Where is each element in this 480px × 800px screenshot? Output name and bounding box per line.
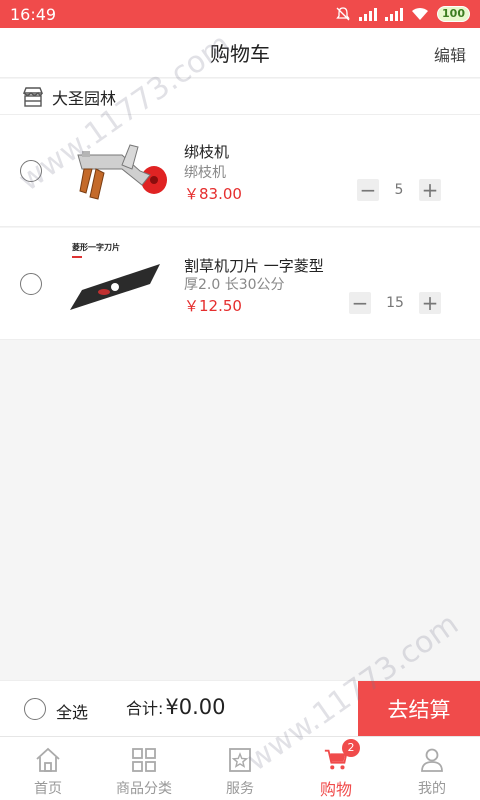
quantity-value[interactable]: 15 (371, 295, 419, 311)
item-name: 割草机刀片 一字菱型 (184, 257, 324, 275)
decrease-button[interactable]: − (349, 292, 371, 314)
increase-button[interactable]: + (419, 292, 441, 314)
total-summary: 合计:¥0.00 (126, 695, 226, 719)
total-label: 合计: (126, 699, 164, 718)
blade-icon (70, 256, 160, 310)
tab-service[interactable]: 服务 (192, 737, 288, 800)
cart-item: 菱形一字刀片 割草机刀片 一字菱型 厚2.0 长30公分 ￥12.50 − 15… (0, 228, 480, 340)
home-icon (36, 747, 60, 772)
tab-label: 首页 (34, 781, 62, 797)
page-title: 购物车 (210, 42, 270, 66)
tab-mine[interactable]: 我的 (384, 737, 480, 800)
signal-icon (359, 7, 378, 21)
shop-header[interactable]: 大圣园林 (0, 79, 480, 115)
tab-label: 购物 (319, 780, 352, 799)
edit-button[interactable]: 编辑 (434, 42, 466, 66)
status-icons: 100 (335, 6, 470, 22)
cart-item: 绑枝机 绑枝机 ￥83.00 − 5 + (0, 115, 480, 227)
checkout-button[interactable]: 去结算 (358, 681, 480, 737)
blade-image: 菱形一字刀片 (62, 238, 172, 330)
item-select-radio[interactable] (20, 273, 42, 295)
star-badge-icon (229, 748, 251, 772)
shop-name: 大圣园林 (52, 88, 117, 108)
wifi-icon (412, 7, 429, 20)
tab-label: 我的 (418, 781, 446, 797)
bottom-tab-bar: 首页 商品分类 服务 2 购物 我的 (0, 736, 480, 800)
item-price: ￥12.50 (184, 297, 242, 315)
total-value: ¥0.00 (165, 695, 226, 719)
checkout-bar: 全选 合计:¥0.00 去结算 (0, 680, 480, 737)
grid-icon (132, 748, 156, 772)
quantity-stepper: − 5 + (357, 179, 441, 201)
item-select-radio[interactable] (20, 160, 42, 182)
status-time: 16:49 (10, 4, 57, 24)
status-bar: 16:49 100 (0, 0, 480, 28)
nav-bar: 购物车 编辑 (0, 28, 480, 78)
user-icon (421, 748, 443, 772)
tab-home[interactable]: 首页 (0, 737, 96, 800)
cart-badge: 2 (342, 739, 360, 757)
tab-cart[interactable]: 2 购物 (288, 737, 384, 800)
store-icon (22, 86, 44, 107)
quantity-value[interactable]: 5 (379, 182, 419, 198)
quantity-stepper: − 15 + (349, 292, 441, 314)
decrease-button[interactable]: − (357, 179, 379, 201)
tab-label: 服务 (226, 781, 254, 797)
tab-label: 商品分类 (116, 781, 172, 797)
item-name: 绑枝机 (184, 143, 230, 161)
battery-icon: 100 (437, 6, 470, 22)
item-spec: 绑枝机 (184, 165, 226, 181)
mute-bell-icon (336, 7, 350, 21)
increase-button[interactable]: + (419, 179, 441, 201)
select-all-label[interactable]: 全选 (56, 699, 88, 723)
tab-categories[interactable]: 商品分类 (96, 737, 192, 800)
item-spec: 厚2.0 长30公分 (184, 277, 285, 293)
select-all-radio[interactable] (24, 698, 46, 720)
tying-machine-image (77, 144, 167, 200)
item-price: ￥83.00 (184, 185, 242, 203)
signal-2-icon (385, 7, 404, 21)
